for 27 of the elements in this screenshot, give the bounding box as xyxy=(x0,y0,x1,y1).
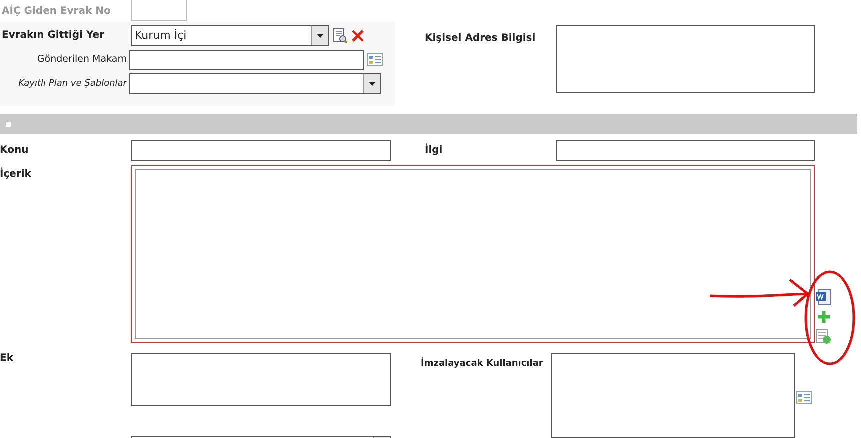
table-add-icon[interactable] xyxy=(816,329,832,345)
field-label: İmzalayacak Kullanıcılar xyxy=(421,356,544,369)
dropdown[interactable] xyxy=(129,73,381,94)
magnifier-document-icon[interactable] xyxy=(332,28,348,44)
field-label: Ek xyxy=(0,353,14,364)
field-label: Evrakın Gittiği Yer xyxy=(1,30,106,41)
field-label: AİÇ Giden Evrak No xyxy=(1,6,112,16)
field-label: Kişisel Adres Bilgisi xyxy=(425,32,537,46)
dropdown[interactable]: Kurum İçi xyxy=(131,25,329,46)
address-book-icon[interactable] xyxy=(796,391,812,404)
word-document-icon[interactable] xyxy=(816,289,832,305)
bullet-icon xyxy=(6,122,11,126)
input-field[interactable] xyxy=(131,140,391,161)
address-book-icon[interactable] xyxy=(367,53,383,66)
caret-icon xyxy=(363,74,380,93)
input-field[interactable] xyxy=(129,50,364,70)
text-area[interactable] xyxy=(556,25,815,93)
text-area[interactable] xyxy=(131,353,391,406)
field-label: İlgi xyxy=(425,145,444,156)
field-label: Kayıtlı Plan ve Şablonlar xyxy=(18,78,128,88)
caret-icon xyxy=(311,26,328,45)
field-label: Konu xyxy=(0,145,30,156)
input-field[interactable] xyxy=(556,140,815,161)
field-label: İçerik xyxy=(0,166,32,180)
text-area[interactable] xyxy=(551,353,796,438)
field-label: Gönderilen Makam xyxy=(36,54,128,65)
close-icon[interactable] xyxy=(351,28,365,42)
